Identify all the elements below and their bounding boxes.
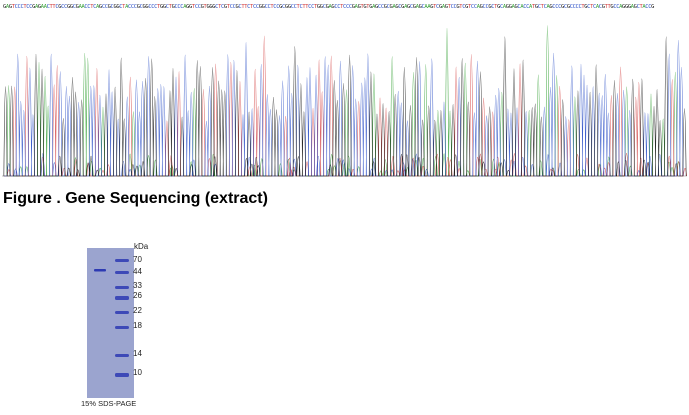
figure-caption: Figure . Gene Sequencing (extract) bbox=[3, 190, 268, 207]
marker-label-44: 44 bbox=[133, 267, 142, 276]
marker-label-22: 22 bbox=[133, 306, 142, 315]
sds-page-gel-panel: kDa 70 44 33 26 22 18 14 10 15% SDS-PAGE bbox=[60, 240, 180, 415]
sequence-text: GAGTCCCTCCGAGAACTTCGCCGGCGAACCTCAGCCGCGG… bbox=[3, 4, 654, 10]
sequencing-chromatogram bbox=[2, 25, 687, 177]
ladder-band bbox=[115, 354, 129, 357]
sample-band bbox=[94, 269, 106, 272]
ladder-band bbox=[115, 271, 129, 274]
trace-G bbox=[3, 36, 687, 177]
ladder-band bbox=[115, 286, 129, 289]
kda-unit-label: kDa bbox=[134, 242, 149, 251]
ladder-band bbox=[115, 311, 129, 314]
ladder-band bbox=[115, 373, 129, 377]
ladder-band bbox=[115, 259, 129, 262]
ladder-band bbox=[115, 296, 129, 300]
marker-label-26: 26 bbox=[133, 291, 142, 300]
ladder-band bbox=[115, 326, 129, 329]
gel-caption: 15% SDS-PAGE bbox=[81, 399, 137, 408]
trace-C bbox=[4, 39, 684, 177]
marker-label-14: 14 bbox=[133, 349, 142, 358]
marker-label-70: 70 bbox=[133, 255, 142, 264]
gel-image bbox=[87, 248, 134, 398]
marker-label-33: 33 bbox=[133, 281, 142, 290]
marker-label-18: 18 bbox=[133, 321, 142, 330]
marker-label-10: 10 bbox=[133, 368, 142, 377]
